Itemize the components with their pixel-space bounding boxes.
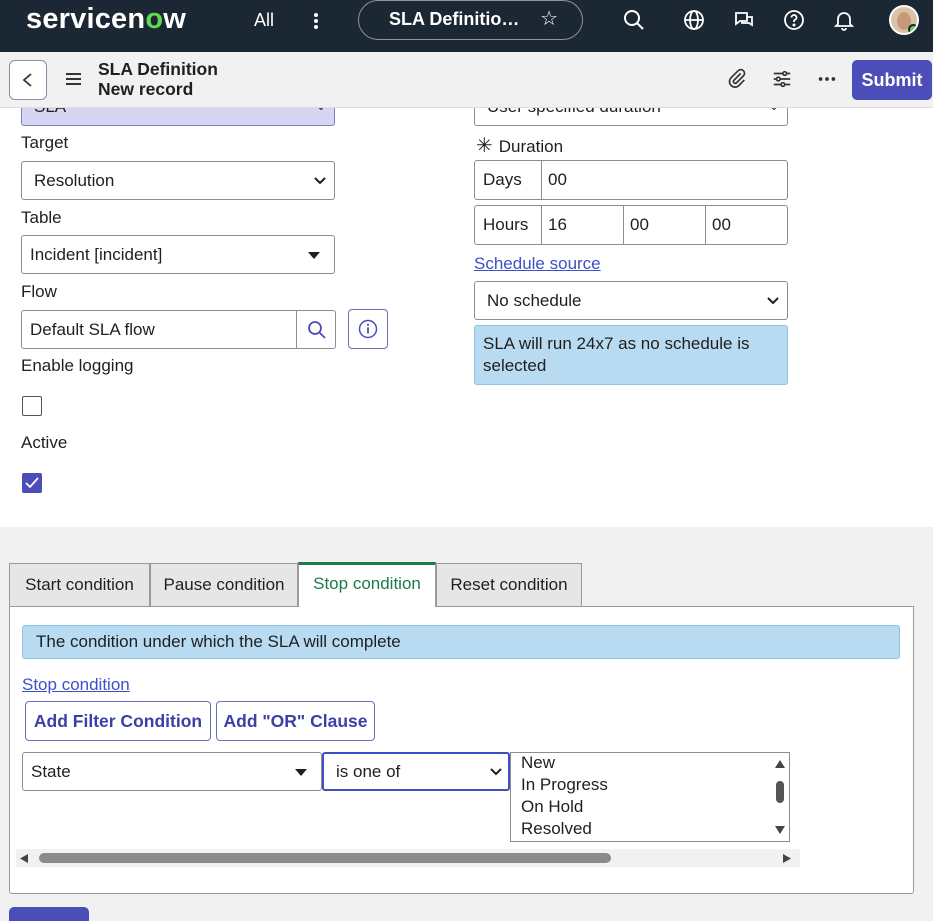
menu-icon[interactable] [66, 73, 82, 87]
minutes-input[interactable]: 00 [623, 205, 706, 245]
list-item[interactable]: On Hold [521, 797, 583, 817]
settings-sliders-icon[interactable] [771, 68, 793, 90]
condition-operator-value: is one of [336, 762, 401, 781]
flow-info-button[interactable] [348, 309, 388, 349]
back-icon [22, 73, 32, 87]
schedule-info-message: SLA will run 24x7 as no schedule is sele… [474, 325, 788, 385]
all-menu-button[interactable]: All [254, 10, 274, 31]
online-status-dot [908, 24, 917, 33]
required-asterisk-icon: ✳ [476, 135, 493, 157]
active-label: Active [21, 433, 68, 452]
listbox-scroll-thumb[interactable] [776, 781, 784, 803]
globe-icon[interactable] [682, 8, 706, 32]
top-navigation-bar: servicenow All SLA Definitio… ☆ [0, 0, 933, 52]
caret-down-icon [308, 252, 320, 259]
active-tab-join [299, 605, 435, 608]
schedule-source-link[interactable]: Schedule source [474, 254, 601, 274]
partial-field-left: SLA⌄ [21, 108, 335, 126]
info-icon [358, 319, 378, 339]
condition-info-message: The condition under which the SLA will c… [22, 625, 900, 659]
scroll-down-arrow-icon[interactable] [774, 825, 786, 835]
page-title-sub: New record [98, 79, 194, 99]
chevron-down-icon [490, 768, 502, 776]
chevron-down-icon [314, 177, 326, 185]
back-button[interactable] [9, 60, 47, 100]
servicenow-logo[interactable]: servicenow [26, 3, 186, 36]
condition-field-select[interactable]: State [22, 752, 322, 791]
listbox-scrollbar[interactable] [771, 753, 789, 841]
checkmark-icon [25, 477, 39, 489]
tab-reset-condition[interactable]: Reset condition [436, 563, 582, 607]
seconds-input[interactable]: 00 [705, 205, 788, 245]
form-header: SLA Definition New record Submit [0, 52, 933, 108]
sla-type-value: SLA [34, 108, 66, 116]
enable-logging-checkbox[interactable] [22, 396, 42, 416]
page-title: SLA Definition New record [98, 59, 218, 99]
days-label: Days [474, 160, 542, 200]
target-value: Resolution [34, 171, 115, 190]
hours-input[interactable]: 16 [541, 205, 624, 245]
bottom-action-button[interactable] [9, 907, 89, 921]
add-filter-condition-button[interactable]: Add Filter Condition [25, 701, 211, 741]
partial-field-right: User specified duration⌄ [474, 108, 788, 126]
condition-values-listbox[interactable]: New In Progress On Hold Resolved [510, 752, 790, 842]
favorite-star-icon[interactable]: ☆ [540, 6, 558, 31]
target-select[interactable]: Resolution [21, 161, 335, 200]
search-icon[interactable] [622, 8, 646, 32]
help-icon[interactable] [782, 8, 806, 32]
search-icon [308, 321, 326, 339]
flow-label: Flow [21, 282, 57, 301]
horizontal-scroll-thumb[interactable] [39, 853, 611, 863]
list-item[interactable]: Resolved [521, 819, 592, 839]
context-pill-title: SLA Definitio… [389, 9, 520, 29]
stop-condition-link[interactable]: Stop condition [22, 675, 130, 695]
duration-type-value: User specified duration [487, 108, 661, 116]
horizontal-scrollbar[interactable] [16, 849, 800, 867]
add-or-clause-button[interactable]: Add "OR" Clause [216, 701, 375, 741]
table-value: Incident [incident] [30, 245, 163, 264]
submit-button[interactable]: Submit [852, 60, 932, 100]
condition-operator-select[interactable]: is one of [322, 752, 510, 791]
list-item[interactable]: In Progress [521, 775, 608, 795]
scroll-left-arrow-icon[interactable] [19, 853, 29, 864]
chevron-down-icon [767, 297, 779, 305]
table-label: Table [21, 208, 62, 227]
schedule-value: No schedule [487, 291, 582, 310]
duration-type-select[interactable]: User specified duration⌄ [474, 108, 788, 126]
list-item[interactable]: New [521, 753, 555, 773]
duration-label: ✳ Duration [476, 133, 563, 158]
enable-logging-label: Enable logging [21, 356, 134, 375]
more-menu-icon[interactable] [306, 8, 326, 34]
target-label: Target [21, 133, 69, 152]
flow-input[interactable]: Default SLA flow [21, 310, 297, 349]
duration-label-text: Duration [498, 137, 564, 156]
attachment-icon[interactable] [726, 68, 748, 90]
sla-type-select[interactable]: SLA⌄ [21, 108, 335, 126]
caret-down-icon [295, 769, 307, 776]
flow-lookup-button[interactable] [296, 310, 336, 349]
logo-text: servicen [26, 3, 146, 35]
scroll-right-arrow-icon[interactable] [782, 853, 792, 864]
page-title-main: SLA Definition [98, 59, 218, 79]
chat-icon[interactable] [732, 8, 756, 32]
condition-field-value: State [31, 762, 71, 781]
flow-value: Default SLA flow [30, 320, 155, 339]
more-icon[interactable] [816, 68, 838, 90]
logo-text-o: o [145, 3, 164, 35]
bell-icon[interactable] [832, 8, 856, 32]
hours-label: Hours [474, 205, 542, 245]
active-checkbox[interactable] [22, 473, 42, 493]
days-input[interactable]: 00 [541, 160, 788, 200]
context-pill[interactable]: SLA Definitio… ☆ [358, 0, 583, 40]
schedule-select[interactable]: No schedule [474, 281, 788, 320]
scroll-up-arrow-icon[interactable] [774, 759, 786, 769]
tab-stop-condition[interactable]: Stop condition [298, 562, 436, 607]
user-avatar[interactable] [889, 5, 919, 35]
tab-start-condition[interactable]: Start condition [9, 563, 150, 607]
table-select[interactable]: Incident [incident] [21, 235, 335, 274]
logo-text-end: w [163, 3, 186, 35]
tab-pause-condition[interactable]: Pause condition [150, 563, 298, 607]
